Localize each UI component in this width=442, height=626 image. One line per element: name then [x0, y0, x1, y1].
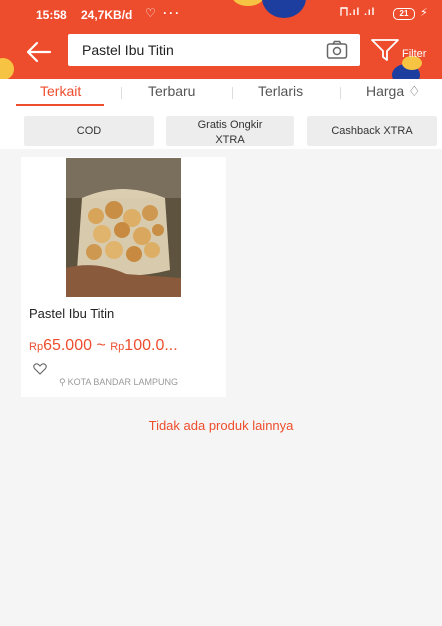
heart-icon[interactable]	[33, 363, 47, 375]
decoration	[0, 58, 14, 79]
chip-label: Gratis Ongkir	[197, 119, 263, 131]
tab-terbaru[interactable]: Terbaru	[148, 83, 195, 99]
active-tab-indicator	[16, 104, 104, 106]
signal-icon: ⨅.ıl .ıl	[340, 7, 376, 18]
product-photo	[66, 158, 181, 297]
tab-terlaris[interactable]: Terlaris	[258, 83, 303, 99]
product-image[interactable]	[66, 158, 181, 297]
chip-label: XTRA	[215, 134, 245, 146]
currency-label: Rp	[110, 341, 125, 353]
sort-tabs: Terkait Terbaru Terlaris Harga ♢	[0, 79, 442, 107]
tab-harga[interactable]: Harga ♢	[366, 83, 421, 100]
location-pin-icon: ⚲	[59, 377, 66, 387]
status-bar: 15:58 24,7KB/d ♡ ··· ⨅.ıl .ıl 21 ⚡	[0, 0, 442, 30]
search-input[interactable]: Pastel Ibu Titin	[68, 34, 360, 66]
camera-icon[interactable]	[326, 40, 348, 60]
end-of-results-message: Tidak ada produk lainnya	[148, 418, 294, 433]
price-separator: ~	[92, 337, 111, 354]
filter-icon	[371, 39, 399, 61]
location-text: KOTA BANDAR LAMPUNG	[67, 377, 178, 387]
charging-icon: ⚡	[420, 7, 428, 19]
product-name[interactable]: Pastel Ibu Titin	[29, 306, 114, 321]
currency-label: Rp	[29, 341, 44, 353]
chip-label: COD	[76, 125, 102, 137]
divider	[340, 87, 341, 99]
divider	[121, 87, 122, 99]
price-max: 100.0...	[124, 337, 178, 354]
filter-chips: COD Gratis Ongkir XTRA Cashback XTRA	[0, 113, 442, 149]
chip-cod[interactable]: COD	[24, 116, 154, 146]
price-min: 65.000	[43, 337, 92, 354]
filter-label: Filter	[402, 48, 427, 60]
status-speed: 24,7KB/d	[81, 8, 133, 22]
divider	[232, 87, 233, 99]
chip-cashback[interactable]: Cashback XTRA	[307, 116, 437, 146]
filter-button[interactable]: Filter	[366, 36, 438, 66]
product-price: Rp65.000 ~ Rp100.0...	[29, 337, 178, 355]
tab-terkait[interactable]: Terkait	[40, 83, 81, 99]
chip-label: Cashback XTRA	[331, 125, 413, 137]
product-location: ⚲ KOTA BANDAR LAMPUNG	[59, 377, 178, 388]
header-bar: 15:58 24,7KB/d ♡ ··· ⨅.ıl .ıl 21 ⚡ Paste…	[0, 0, 442, 79]
search-query: Pastel Ibu Titin	[82, 42, 174, 58]
chip-gratis-ongkir[interactable]: Gratis Ongkir XTRA	[166, 116, 294, 146]
arrow-left-icon	[26, 41, 52, 63]
status-icons: ♡ ···	[145, 6, 182, 20]
back-button[interactable]	[24, 38, 52, 66]
battery-icon: 21	[393, 8, 415, 20]
product-card[interactable]: Pastel Ibu Titin Rp65.000 ~ Rp100.0... ⚲…	[21, 157, 226, 397]
status-time: 15:58	[36, 8, 67, 22]
